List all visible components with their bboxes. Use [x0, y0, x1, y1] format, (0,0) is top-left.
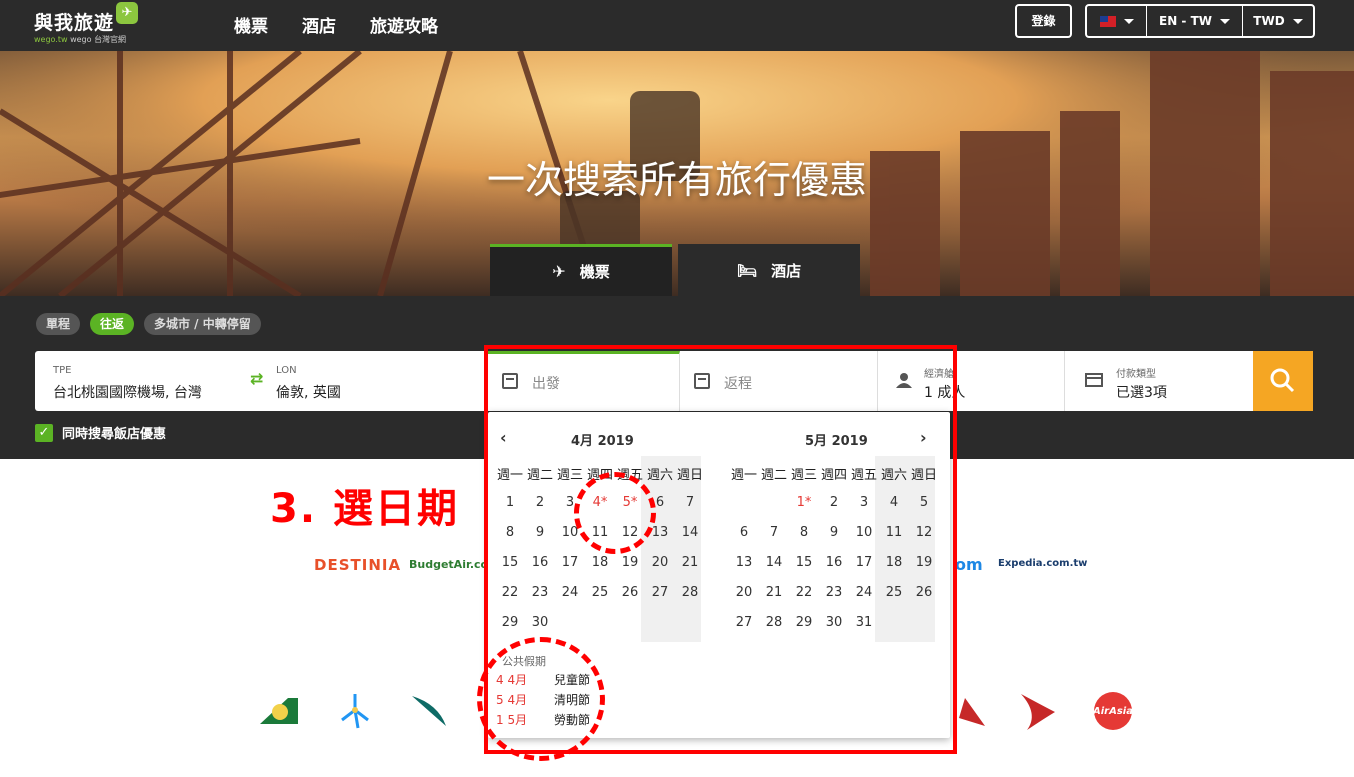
currency-selector[interactable]: TWD [1243, 6, 1313, 36]
annotation-step-label: 3. 選日期 [270, 486, 459, 532]
origin-name: 台北桃園國際機場, 台灣 [53, 385, 202, 401]
top-navigation-bar: 與我旅遊 ✈ wego.tw wego 台灣官網 機票 酒店 旅遊攻略 登錄 E… [0, 0, 1354, 51]
nav-flights[interactable]: 機票 [234, 12, 268, 37]
trip-type-roundtrip[interactable]: 往返 [90, 313, 135, 335]
locale-selector-group: EN - TW TWD [1085, 4, 1315, 38]
tab-flights[interactable]: ✈ 機票 [490, 244, 672, 296]
starlux-logo [341, 694, 369, 729]
payment-value: 已選3項 [1116, 385, 1167, 401]
swap-button[interactable]: ⇄ [248, 351, 268, 411]
language-selector[interactable]: EN - TW [1147, 6, 1243, 36]
logo-plane-icon: ✈ [116, 2, 138, 24]
origin-field[interactable]: TPE 台北桃園國際機場, 台灣 [35, 351, 248, 411]
annotation-circle-holidays [574, 472, 656, 554]
eva-air-logo [260, 698, 298, 724]
payment-type-field[interactable]: 付款類型 已選3項 [1065, 351, 1254, 411]
chevron-down-icon [1292, 18, 1303, 24]
nav-travel-guide[interactable]: 旅遊攻略 [370, 12, 438, 37]
hotel-search-checkbox[interactable]: ✓ 同時搜尋飯店優惠 [35, 423, 166, 442]
chevron-down-icon [1220, 18, 1230, 24]
annotation-circle-holiday-list [477, 637, 605, 761]
logo[interactable]: 與我旅遊 ✈ wego.tw wego 台灣官網 [34, 2, 144, 46]
credit-card-icon [1085, 373, 1103, 387]
tab-hotels[interactable]: 🛏 酒店 [678, 244, 860, 296]
origin-code: TPE [53, 365, 72, 376]
logo-subtitle: wego.tw wego 台灣官網 [34, 35, 127, 44]
destination-code: LON [276, 365, 297, 376]
destination-name: 倫敦, 英國 [276, 385, 341, 401]
logo-text: 與我旅遊 [34, 12, 115, 34]
trip-type-oneway[interactable]: 單程 [36, 313, 81, 335]
partner-expedia: Expedia.com.tw [998, 558, 1088, 569]
cathay-pacific-logo [412, 696, 446, 726]
partner-partial: om [955, 555, 983, 574]
hero-banner: 一次搜索所有旅行優惠 ✈ 機票 🛏 酒店 [0, 51, 1354, 296]
checkmark-icon: ✓ [35, 423, 53, 442]
qantas-style-logo [1021, 694, 1055, 730]
destination-field[interactable]: LON 倫敦, 英國 [268, 351, 488, 411]
search-icon [1270, 368, 1295, 393]
plane-icon: ✈ [552, 262, 566, 281]
bed-icon: 🛏 [736, 260, 758, 280]
chevron-down-icon [1123, 18, 1134, 24]
airasia-logo: AirAsia [1093, 692, 1133, 730]
trip-type-multicity[interactable]: 多城市 / 中轉停留 [144, 313, 261, 335]
login-button[interactable]: 登錄 [1015, 4, 1072, 38]
search-button[interactable] [1253, 351, 1313, 411]
payment-label: 付款類型 [1116, 369, 1156, 380]
country-selector[interactable] [1087, 6, 1147, 36]
taiwan-flag-icon [1099, 15, 1116, 27]
swap-arrows-icon: ⇄ [250, 369, 264, 388]
partner-destinia: DESTINIA [314, 556, 402, 574]
hero-title: 一次搜索所有旅行優惠 [486, 158, 867, 202]
nav-hotels[interactable]: 酒店 [302, 12, 336, 37]
